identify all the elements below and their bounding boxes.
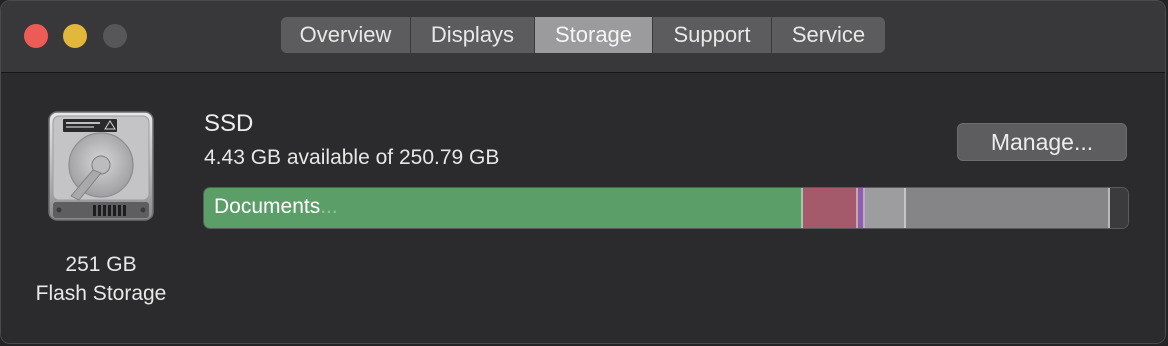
disk-type-label: Flash Storage xyxy=(35,282,167,305)
tab-support[interactable]: Support xyxy=(653,17,772,53)
storage-segment-other[interactable] xyxy=(906,188,1110,228)
disk-space-text: 4.43 GB available of 250.79 GB xyxy=(204,146,500,169)
storage-panel: 251 GB Flash Storage SSD 4.43 GB availab… xyxy=(1,74,1165,343)
tab-overview[interactable]: Overview xyxy=(281,17,411,53)
disk-capacity-label: 251 GB xyxy=(65,253,137,276)
zoom-window-button[interactable] xyxy=(103,24,127,48)
close-window-button[interactable] xyxy=(24,24,48,48)
storage-segment-free[interactable] xyxy=(1110,188,1128,228)
storage-segment-misc[interactable] xyxy=(858,188,865,228)
hard-drive-icon xyxy=(48,111,154,221)
storage-segment-system-light[interactable] xyxy=(865,188,906,228)
tab-service[interactable]: Service xyxy=(772,17,885,53)
title-bar: Overview Displays Storage Support Servic… xyxy=(1,1,1165,73)
tab-storage[interactable]: Storage xyxy=(535,17,653,53)
storage-segment-label-trailing: ... xyxy=(320,195,338,218)
system-info-window: Overview Displays Storage Support Servic… xyxy=(0,0,1166,344)
storage-segment-label-text: Documents xyxy=(214,195,321,218)
tab-bar: Overview Displays Storage Support Servic… xyxy=(281,17,885,53)
minimize-window-button[interactable] xyxy=(63,24,87,48)
storage-segment-apps[interactable] xyxy=(803,188,858,228)
tab-displays[interactable]: Displays xyxy=(411,17,535,53)
storage-segment-label: Documents... xyxy=(214,195,338,219)
storage-usage-bar[interactable]: Documents... xyxy=(203,187,1129,229)
disk-name: SSD xyxy=(204,110,254,137)
manage-button[interactable]: Manage... xyxy=(957,123,1127,161)
disk-caption: 251 GB Flash Storage xyxy=(1,250,201,308)
